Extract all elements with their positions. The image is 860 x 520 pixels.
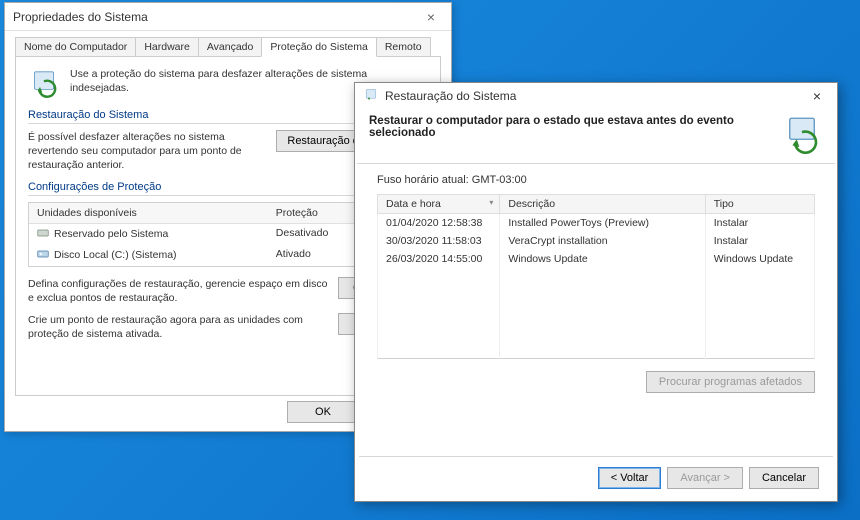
system-restore-icon (28, 67, 60, 99)
titlebar[interactable]: Restauração do Sistema × (355, 83, 837, 109)
tab-hardware[interactable]: Hardware (135, 37, 199, 56)
tab-advanced[interactable]: Avançado (198, 37, 263, 56)
tab-remote[interactable]: Remoto (376, 37, 431, 56)
col-drives[interactable]: Unidades disponíveis (29, 203, 268, 223)
table-empty-space (378, 268, 815, 358)
sort-desc-icon: ▾ (489, 198, 493, 207)
drive-name: Disco Local (C:) (Sistema) (54, 249, 177, 261)
tabs: Nome do Computador Hardware Avançado Pro… (5, 31, 451, 56)
next-button[interactable]: Avançar > (667, 467, 743, 489)
page-title: Restaurar o computador para o estado que… (369, 113, 771, 139)
col-type[interactable]: Tipo (705, 195, 814, 214)
cell-type: Instalar (705, 214, 814, 233)
back-button[interactable]: < Voltar (598, 467, 662, 489)
titlebar[interactable]: Propriedades do Sistema × (5, 3, 451, 31)
restore-points-table: Data e hora▾ Descrição Tipo 01/04/2020 1… (377, 194, 815, 359)
cell-date: 26/03/2020 14:55:00 (378, 250, 500, 268)
scan-affected-button[interactable]: Procurar programas afetados (646, 371, 815, 393)
col-date[interactable]: Data e hora▾ (378, 195, 500, 214)
table-row[interactable]: 01/04/2020 12:58:38 Installed PowerToys … (378, 214, 815, 233)
col-description[interactable]: Descrição (500, 195, 705, 214)
cell-type: Windows Update (705, 250, 814, 268)
system-restore-icon (363, 87, 379, 106)
tab-system-protection[interactable]: Proteção do Sistema (261, 37, 376, 57)
table-row[interactable]: 30/03/2020 11:58:03 VeraCrypt installati… (378, 232, 815, 250)
cell-desc: VeraCrypt installation (500, 232, 705, 250)
close-icon[interactable]: × (805, 86, 829, 106)
table-row[interactable]: 26/03/2020 14:55:00 Windows Update Windo… (378, 250, 815, 268)
cell-date: 30/03/2020 11:58:03 (378, 232, 500, 250)
timezone-label: Fuso horário atual: GMT-03:00 (377, 174, 815, 186)
cell-type: Instalar (705, 232, 814, 250)
window-title: Propriedades do Sistema (13, 10, 148, 24)
system-restore-icon (781, 113, 823, 155)
system-restore-wizard: Restauração do Sistema × Restaurar o com… (354, 82, 838, 502)
cell-desc: Windows Update (500, 250, 705, 268)
cell-desc: Installed PowerToys (Preview) (500, 214, 705, 233)
drive-name: Reservado pelo Sistema (54, 228, 168, 240)
tab-computer-name[interactable]: Nome do Computador (15, 37, 136, 56)
configure-desc: Defina configurações de restauração, ger… (28, 277, 328, 305)
cancel-button[interactable]: Cancelar (749, 467, 819, 489)
create-desc: Crie um ponto de restauração agora para … (28, 313, 328, 341)
close-icon[interactable]: × (419, 5, 443, 29)
cell-date: 01/04/2020 12:58:38 (378, 214, 500, 233)
window-title: Restauração do Sistema (385, 89, 516, 103)
hdd-icon (37, 227, 49, 242)
ok-button[interactable]: OK (287, 401, 359, 423)
restore-desc: É possível desfazer alterações no sistem… (28, 130, 266, 173)
hdd-system-icon (37, 248, 49, 263)
